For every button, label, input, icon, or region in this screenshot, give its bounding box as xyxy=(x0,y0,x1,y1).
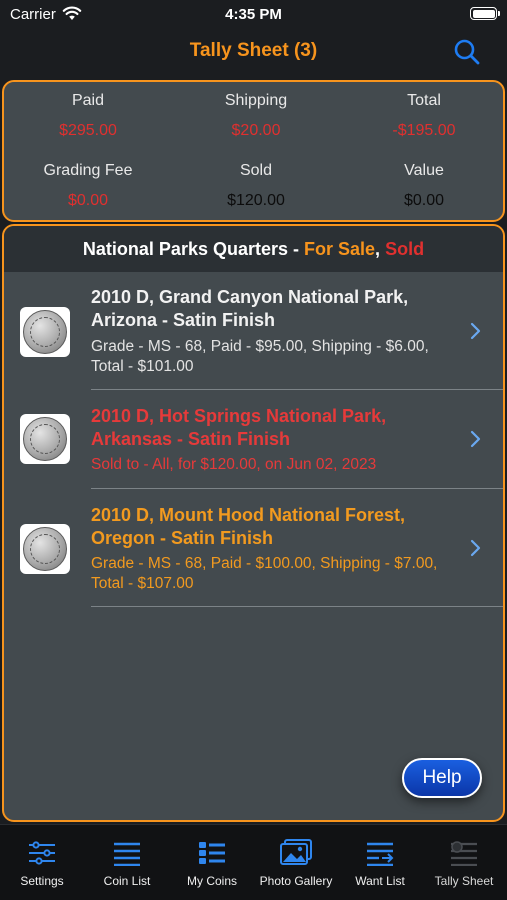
clock: 4:35 PM xyxy=(225,6,282,23)
tab-label: Photo Gallery xyxy=(259,874,333,888)
tab-label: Settings xyxy=(20,874,64,888)
tab-coin-list[interactable]: Coin List xyxy=(85,825,169,900)
value-label: Value xyxy=(404,162,444,179)
shipping-value: $20.00 xyxy=(231,122,281,139)
paid-value: $295.00 xyxy=(59,122,117,139)
coin-thumbnail xyxy=(20,414,70,464)
search-icon[interactable] xyxy=(453,38,481,66)
chevron-right-icon xyxy=(470,322,481,340)
tab-tally-sheet[interactable]: Tally Sheet xyxy=(422,825,506,900)
tally-sheet-icon xyxy=(451,841,477,866)
sold-legend: Sold xyxy=(385,239,425,259)
value-cell: Value $0.00 xyxy=(340,162,507,210)
chevron-right-icon xyxy=(470,430,481,448)
tab-label: My Coins xyxy=(186,874,237,888)
list-item[interactable]: 2010 D, Grand Canyon National Park, Ariz… xyxy=(4,272,503,390)
tab-photo-gallery[interactable]: Photo Gallery xyxy=(254,825,338,900)
item-title: 2010 D, Hot Springs National Park, Arkan… xyxy=(91,406,387,449)
paid-label: Paid xyxy=(71,92,105,109)
item-detail: Sold to - All, for $120.00, on Jun 02, 2… xyxy=(91,456,377,473)
chevron-right-icon xyxy=(470,539,481,557)
section-header: National Parks Quarters - For Sale, Sold xyxy=(4,226,503,272)
item-detail: Grade - MS - 68, Paid - $100.00, Shippin… xyxy=(91,555,438,592)
list-item[interactable]: 2010 D, Mount Hood National Forest, Oreg… xyxy=(4,489,503,607)
shipping-cell: Shipping $20.00 xyxy=(172,92,340,140)
item-title: 2010 D, Mount Hood National Forest, Oreg… xyxy=(91,505,406,548)
help-button[interactable]: Help xyxy=(402,758,482,798)
sliders-icon xyxy=(29,841,55,865)
photo-gallery-icon xyxy=(280,839,312,865)
shipping-label: Shipping xyxy=(224,92,288,109)
coin-thumbnail xyxy=(20,524,70,574)
tally-summary-panel: Paid $295.00 Shipping $20.00 Total -$195… xyxy=(2,80,505,222)
coin-list-panel: National Parks Quarters - For Sale, Sold… xyxy=(2,224,505,822)
tab-label: Coin List xyxy=(103,874,151,888)
page-title: Tally Sheet (3) xyxy=(189,40,318,61)
grading-fee-cell: Grading Fee $0.00 xyxy=(4,162,172,210)
legend-separator: , xyxy=(375,239,386,259)
grading-fee-label: Grading Fee xyxy=(43,162,133,179)
total-value: -$195.00 xyxy=(392,122,456,139)
sold-value: $120.00 xyxy=(227,192,285,209)
tab-bar: Settings Coin List My Coins Photo Galler… xyxy=(0,824,507,900)
for-sale-legend: For Sale xyxy=(304,239,376,259)
grading-fee-value: $0.00 xyxy=(67,192,109,209)
tab-my-coins[interactable]: My Coins xyxy=(170,825,254,900)
total-label: Total xyxy=(407,92,441,109)
tab-label: Want List xyxy=(355,874,405,888)
sold-label: Sold xyxy=(239,162,273,179)
list-icon xyxy=(114,842,140,866)
tab-want-list[interactable]: Want List xyxy=(338,825,422,900)
status-bar: Carrier 4:35 PM xyxy=(0,0,507,30)
battery-icon xyxy=(470,7,500,20)
value-value: $0.00 xyxy=(403,192,445,209)
row-divider xyxy=(91,606,503,607)
want-list-icon xyxy=(367,842,394,866)
tab-label: Tally Sheet xyxy=(434,874,494,888)
tab-settings[interactable]: Settings xyxy=(0,825,84,900)
sold-cell: Sold $120.00 xyxy=(172,162,340,210)
grid-list-icon xyxy=(199,842,225,864)
item-detail: Grade - MS - 68, Paid - $95.00, Shipping… xyxy=(91,338,429,375)
list-item[interactable]: 2010 D, Hot Springs National Park, Arkan… xyxy=(4,390,503,489)
item-title: 2010 D, Grand Canyon National Park, Ariz… xyxy=(91,287,409,330)
paid-cell: Paid $295.00 xyxy=(4,92,172,140)
total-cell: Total -$195.00 xyxy=(340,92,507,140)
section-title: National Parks Quarters - xyxy=(82,239,305,259)
coin-thumbnail xyxy=(20,307,70,357)
